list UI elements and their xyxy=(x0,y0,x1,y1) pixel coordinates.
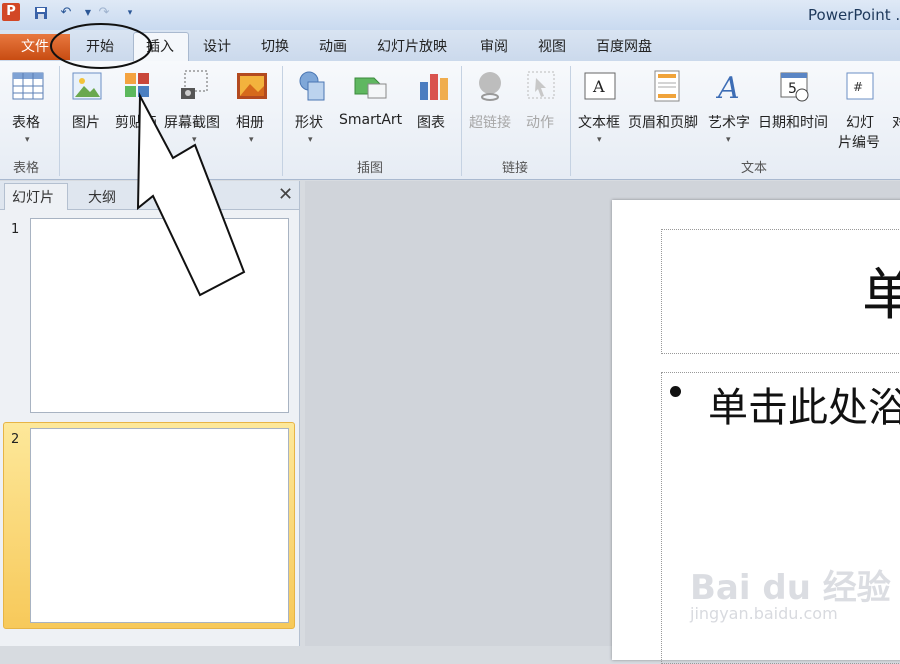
annotation-overlay xyxy=(50,23,246,297)
annotation-arrow xyxy=(136,92,246,297)
annotation-ellipse xyxy=(50,23,152,69)
